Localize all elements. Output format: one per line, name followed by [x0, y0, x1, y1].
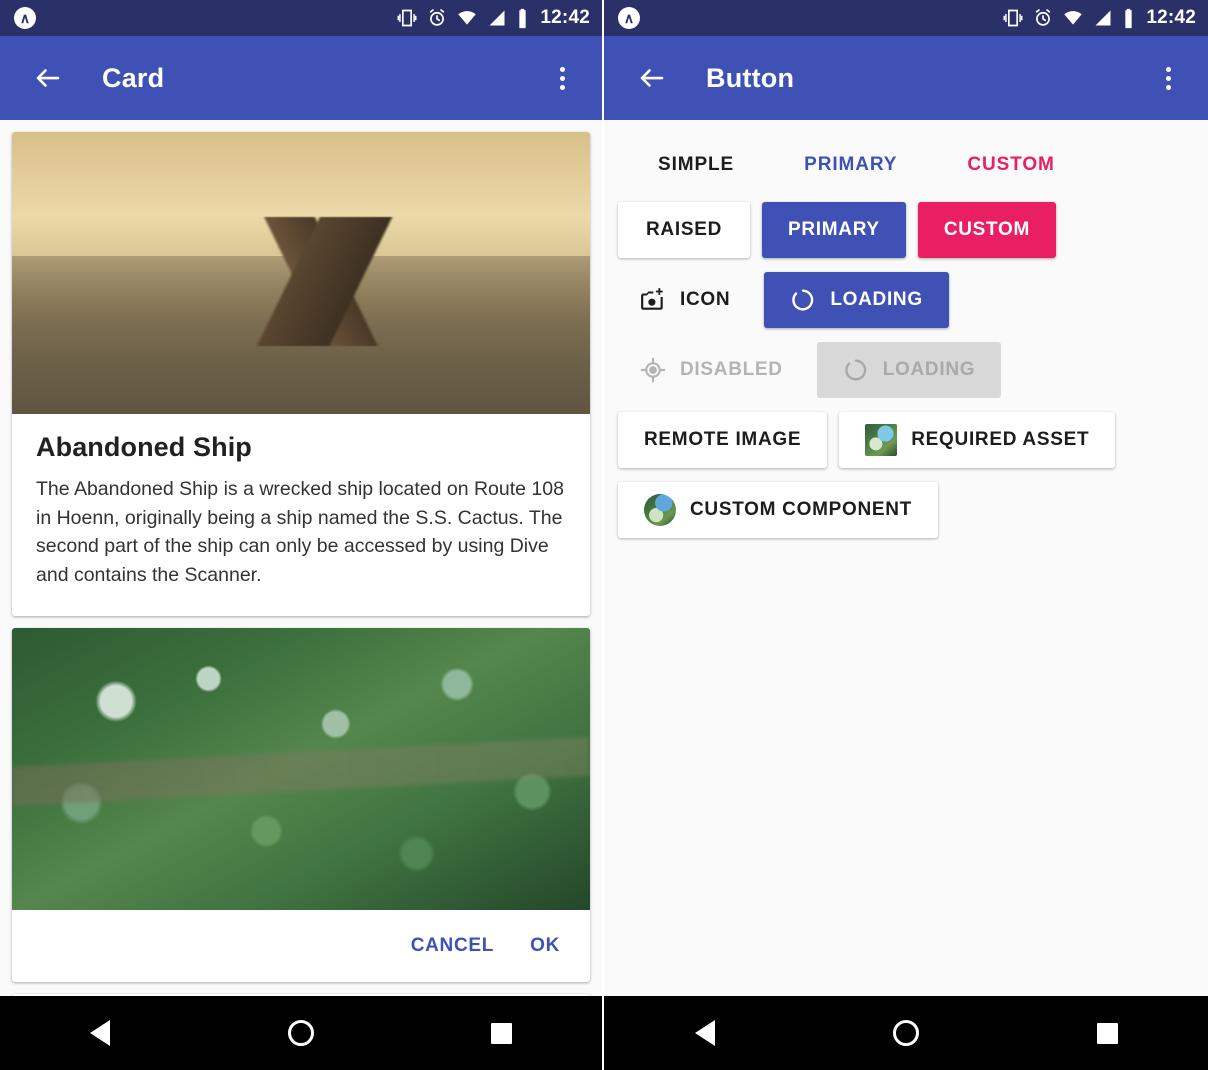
alarm-icon [1036, 9, 1051, 26]
loading-disabled-button-label: LOADING [882, 359, 976, 380]
circle-icon [892, 1020, 919, 1046]
required-asset-button[interactable]: REQUIRED ASSET [839, 412, 1116, 468]
raised-button[interactable]: RAISED [618, 202, 750, 258]
remote-image-button[interactable]: REMOTE IMAGE [618, 412, 828, 468]
ok-button[interactable]: OK [530, 935, 560, 957]
signal-icon [1095, 10, 1111, 26]
custom-component-label: CUSTOM COMPONENT [690, 499, 912, 520]
overflow-menu-button[interactable] [540, 56, 584, 100]
loading-disabled-button: LOADING [816, 342, 1002, 398]
tab-custom[interactable]: CUSTOM [947, 146, 1074, 184]
custom-component-button[interactable]: CUSTOM COMPONENT [618, 482, 938, 538]
button-row-5: CUSTOM COMPONENT [618, 482, 1194, 538]
add-a-photo-icon [641, 288, 663, 310]
battery-icon [1125, 8, 1133, 28]
status-bar-right-group: 12:42 [396, 7, 590, 29]
wifi-icon [1064, 11, 1083, 25]
tab-primary[interactable]: PRIMARY [784, 146, 917, 184]
right-phone-screen: ∧ 12:42 Button SIMPLE PRIMARY CUSTOM RAI… [604, 0, 1208, 1070]
forest-aerial-photo [12, 627, 590, 910]
status-clock: 12:42 [1146, 7, 1196, 28]
overflow-menu-button[interactable] [1146, 56, 1190, 100]
dual-screenshot-container: ∧ 12:42 Card Abandoned Ship The Abandone… [0, 0, 1208, 1070]
home-nav-button[interactable] [846, 996, 966, 1070]
status-bar-right: ∧ 12:42 [604, 0, 1208, 36]
primary-button[interactable]: PRIMARY [762, 202, 906, 258]
status-bar-right-group: 12:42 [1002, 7, 1196, 29]
icon-button-label: ICON [680, 289, 731, 310]
spinner-icon [844, 359, 866, 381]
battery-icon [519, 8, 527, 28]
button-demo-scroll-area[interactable]: SIMPLE PRIMARY CUSTOM RAISED PRIMARY CUS… [604, 120, 1208, 996]
button-demo-content: SIMPLE PRIMARY CUSTOM RAISED PRIMARY CUS… [604, 120, 1208, 538]
tab-simple[interactable]: SIMPLE [638, 146, 754, 184]
button-row-1: RAISED PRIMARY CUSTOM [618, 202, 1194, 258]
image-thumbnail-square-icon [865, 424, 898, 456]
recents-nav-button[interactable] [442, 996, 562, 1070]
recents-nav-button[interactable] [1047, 996, 1167, 1070]
home-nav-button[interactable] [241, 996, 361, 1070]
status-clock: 12:42 [540, 7, 590, 28]
back-button[interactable] [630, 56, 674, 100]
loading-button-label: LOADING [830, 289, 923, 310]
cancel-button[interactable]: CANCEL [411, 935, 494, 957]
card-next-partial[interactable] [12, 993, 590, 996]
back-nav-button[interactable] [40, 996, 160, 1070]
card-actions: CANCEL OK [12, 910, 590, 982]
triangle-left-icon [694, 1020, 715, 1046]
button-row-3: DISABLED LOADING [618, 342, 1194, 398]
status-bar-left-group: ∧ [14, 7, 36, 29]
disabled-button-label: DISABLED [680, 359, 783, 380]
card-title: Abandoned Ship [36, 432, 252, 462]
spinner-icon [792, 289, 814, 311]
back-arrow-icon [36, 69, 60, 87]
tab-bar: SIMPLE PRIMARY CUSTOM [618, 138, 1194, 188]
card-body: Abandoned Ship The Abandoned Ship is a w… [12, 414, 590, 616]
status-bar-left: ∧ 12:42 [0, 0, 602, 36]
app-badge-icon: ∧ [618, 7, 640, 29]
vibrate-icon [397, 9, 417, 27]
abandoned-ship-photo [12, 132, 590, 414]
app-badge-icon: ∧ [14, 7, 36, 29]
more-vert-icon [559, 66, 565, 90]
page-title: Button [706, 62, 795, 93]
alarm-icon [430, 9, 445, 26]
gps-fixed-icon [640, 357, 666, 383]
wifi-icon [458, 11, 477, 25]
signal-icon [489, 10, 505, 26]
card-forest[interactable]: CANCEL OK [12, 627, 590, 982]
page-title: Card [102, 62, 165, 93]
navigation-bar-left [0, 996, 602, 1070]
required-asset-label: REQUIRED ASSET [911, 429, 1090, 450]
image-thumbnail-circle-icon [644, 494, 676, 526]
more-vert-icon [1165, 66, 1171, 90]
square-icon [491, 1022, 513, 1044]
circle-icon [287, 1020, 314, 1046]
card-list-scroll-area[interactable]: Abandoned Ship The Abandoned Ship is a w… [0, 120, 602, 996]
status-bar-left-group: ∧ [618, 7, 640, 29]
card-list: Abandoned Ship The Abandoned Ship is a w… [0, 132, 602, 996]
square-icon [1096, 1022, 1118, 1044]
card-description: The Abandoned Ship is a wrecked ship loc… [36, 478, 564, 586]
back-nav-button[interactable] [645, 996, 765, 1070]
custom-button[interactable]: CUSTOM [917, 202, 1056, 258]
button-row-4: REMOTE IMAGE REQUIRED ASSET [618, 412, 1194, 468]
icon-button[interactable]: ICON [618, 272, 752, 328]
left-phone-screen: ∧ 12:42 Card Abandoned Ship The Abandone… [0, 0, 604, 1070]
loading-button[interactable]: LOADING [764, 272, 949, 328]
card-abandoned-ship[interactable]: Abandoned Ship The Abandoned Ship is a w… [12, 132, 590, 616]
vibrate-icon [1003, 9, 1023, 27]
navigation-bar-right [604, 996, 1208, 1070]
button-row-2: ICON LOADING [618, 272, 1194, 328]
back-button[interactable] [26, 56, 70, 100]
disabled-button: DISABLED [618, 342, 805, 398]
back-arrow-icon [640, 69, 664, 87]
toolbar-button: Button [604, 36, 1208, 120]
toolbar-card: Card [0, 36, 602, 120]
triangle-left-icon [90, 1020, 111, 1046]
